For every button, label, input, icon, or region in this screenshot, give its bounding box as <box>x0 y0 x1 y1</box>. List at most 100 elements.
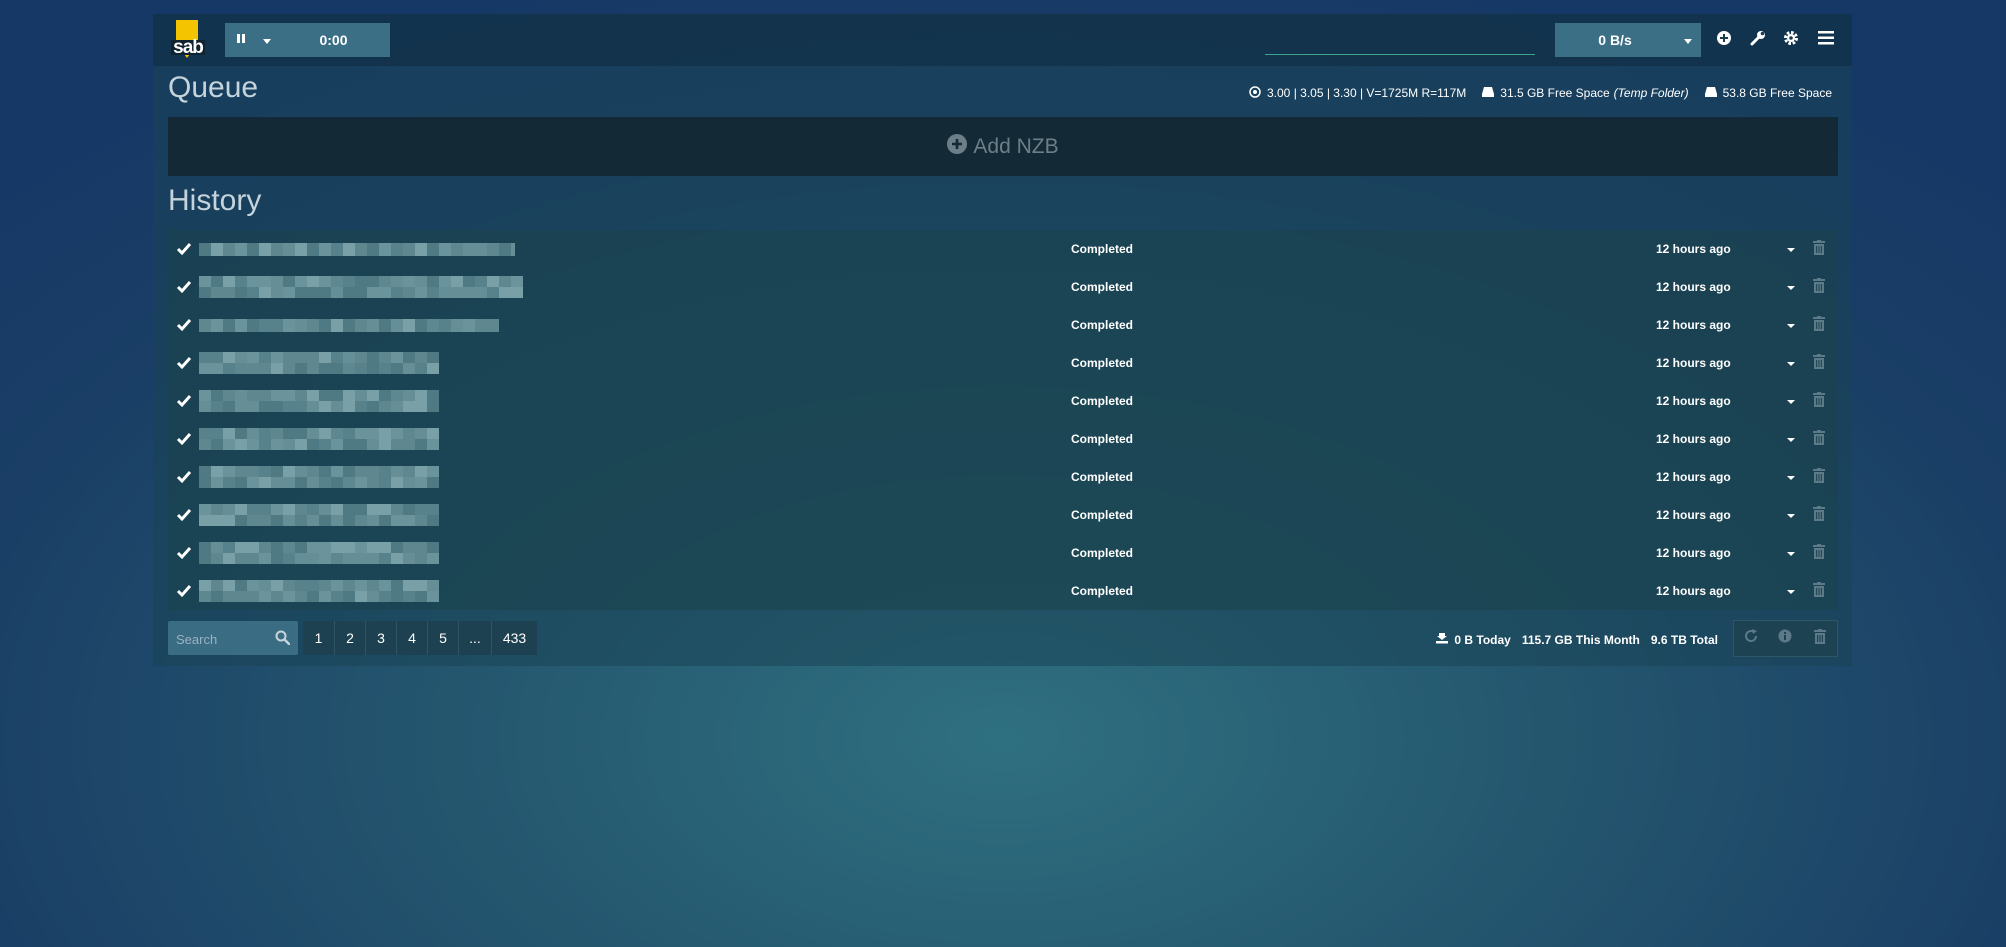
history-item-status: Completed <box>1071 394 1134 408</box>
history-search[interactable] <box>168 621 298 657</box>
speed-limit-control[interactable]: 0 B/s <box>1555 23 1701 57</box>
history-item-time: 12 hours ago <box>1656 584 1731 598</box>
page-link[interactable]: 3 <box>365 621 396 655</box>
purge-history-button[interactable] <box>1803 621 1837 656</box>
history-item-status: Completed <box>1071 470 1134 484</box>
trash-icon[interactable] <box>1813 582 1827 599</box>
add-nzb-button[interactable] <box>1713 29 1735 51</box>
history-item-name-blurred[interactable] <box>199 504 439 526</box>
history-item-time: 12 hours ago <box>1656 318 1731 332</box>
history-search-input[interactable] <box>168 621 278 657</box>
complete-free-space: 53.8 GB Free Space <box>1722 86 1832 100</box>
logo-text: sab <box>173 37 204 58</box>
caret-down-icon[interactable] <box>1785 281 1797 293</box>
plus-circle-icon <box>947 133 973 160</box>
timer: 0:00 <box>319 32 348 48</box>
trash-icon[interactable] <box>1813 430 1827 447</box>
trash-icon[interactable] <box>1813 544 1827 561</box>
page-link-last[interactable]: 433 <box>491 621 537 655</box>
history-item-name-blurred[interactable] <box>199 314 499 336</box>
caret-down-icon[interactable] <box>1785 395 1797 407</box>
refresh-icon <box>1744 629 1758 648</box>
caret-down-icon[interactable] <box>1785 547 1797 559</box>
pause-duration-dropdown[interactable] <box>257 23 277 57</box>
page-link[interactable]: 1 <box>303 621 334 655</box>
history-table: Completed 12 hours ago Completed 12 hours a… <box>168 230 1838 610</box>
info-icon <box>1778 629 1792 648</box>
trash-icon <box>1813 628 1826 649</box>
config-button[interactable] <box>1747 29 1769 51</box>
trash-icon[interactable] <box>1813 278 1827 295</box>
history-row: Completed 12 hours ago <box>168 420 1838 458</box>
check-icon <box>176 279 192 295</box>
history-row: Completed 12 hours ago <box>168 572 1838 610</box>
history-item-name-blurred[interactable] <box>199 276 523 298</box>
check-icon <box>176 355 192 371</box>
history-item-name-blurred[interactable] <box>199 542 439 564</box>
check-icon <box>176 393 192 409</box>
trash-icon[interactable] <box>1813 468 1827 485</box>
caret-down-icon[interactable] <box>1785 433 1797 445</box>
add-nzb-label: Add NZB <box>973 134 1059 158</box>
caret-down-icon[interactable] <box>1785 319 1797 331</box>
caret-down-icon <box>1684 31 1692 49</box>
history-item-time: 12 hours ago <box>1656 280 1731 294</box>
trash-icon[interactable] <box>1813 316 1827 333</box>
caret-down-icon[interactable] <box>1785 471 1797 483</box>
check-icon <box>176 507 192 523</box>
history-item-time: 12 hours ago <box>1656 394 1731 408</box>
sabnzbd-logo[interactable]: sab <box>169 20 207 62</box>
trash-icon[interactable] <box>1813 392 1827 409</box>
history-item-name-blurred[interactable] <box>199 428 439 450</box>
pagination: 1 2 3 4 5 ... 433 <box>303 621 537 655</box>
temp-free-space: 31.5 GB Free Space <box>1500 86 1610 100</box>
add-nzb-dropzone[interactable]: Add NZB <box>168 117 1838 176</box>
history-item-status: Completed <box>1071 356 1134 370</box>
history-actions <box>1733 620 1838 657</box>
history-item-name-blurred[interactable] <box>199 580 439 602</box>
history-item-status: Completed <box>1071 546 1134 560</box>
pause-controls: 0:00 <box>225 23 390 57</box>
refresh-button[interactable] <box>1734 621 1768 656</box>
trash-icon[interactable] <box>1813 354 1827 371</box>
menu-button[interactable] <box>1815 29 1837 51</box>
history-row: Completed 12 hours ago <box>168 496 1838 534</box>
trash-icon[interactable] <box>1813 240 1827 257</box>
hdd-icon <box>1704 86 1723 101</box>
history-item-name-blurred[interactable] <box>199 466 439 488</box>
page-link[interactable]: 2 <box>334 621 365 655</box>
caret-down-icon[interactable] <box>1785 585 1797 597</box>
pause-button[interactable] <box>225 23 257 57</box>
all-time-total: 9.6 TB Total <box>1650 632 1718 647</box>
page-ellipsis: ... <box>458 621 491 655</box>
history-item-time: 12 hours ago <box>1656 546 1731 560</box>
system-status: 3.00 | 3.05 | 3.30 | V=1725M R=117M 31.5… <box>1233 85 1832 101</box>
page-link[interactable]: 5 <box>427 621 458 655</box>
info-button[interactable] <box>1768 621 1802 656</box>
history-title: History <box>168 184 262 217</box>
history-item-status: Completed <box>1071 432 1134 446</box>
page-link[interactable]: 4 <box>396 621 427 655</box>
download-totals: 0 B Today 115.7 GB This Month 9.6 TB Tot… <box>1436 632 1718 647</box>
history-row: Completed 12 hours ago <box>168 344 1838 382</box>
history-item-status: Completed <box>1071 242 1134 256</box>
history-row: Completed 12 hours ago <box>168 382 1838 420</box>
speed-dropdown-button[interactable] <box>1675 23 1701 57</box>
month-total: 115.7 GB This Month <box>1521 632 1640 647</box>
trash-icon[interactable] <box>1813 506 1827 523</box>
check-icon <box>176 583 192 599</box>
history-row: Completed 12 hours ago <box>168 458 1838 496</box>
history-item-name-blurred[interactable] <box>199 390 439 412</box>
settings-button[interactable] <box>1780 29 1802 51</box>
navbar-search-input[interactable] <box>1265 54 1535 55</box>
load-values: 3.00 | 3.05 | 3.30 | V=1725M R=117M <box>1267 86 1467 100</box>
history-item-name-blurred[interactable] <box>199 238 515 260</box>
caret-down-icon[interactable] <box>1785 243 1797 255</box>
complete-folder-space: 53.8 GB Free Space <box>1704 86 1832 101</box>
caret-down-icon[interactable] <box>1785 357 1797 369</box>
history-row: Completed 12 hours ago <box>168 306 1838 344</box>
history-item-name-blurred[interactable] <box>199 352 439 374</box>
history-row: Completed 12 hours ago <box>168 230 1838 268</box>
search-icon[interactable] <box>275 630 291 650</box>
caret-down-icon[interactable] <box>1785 509 1797 521</box>
